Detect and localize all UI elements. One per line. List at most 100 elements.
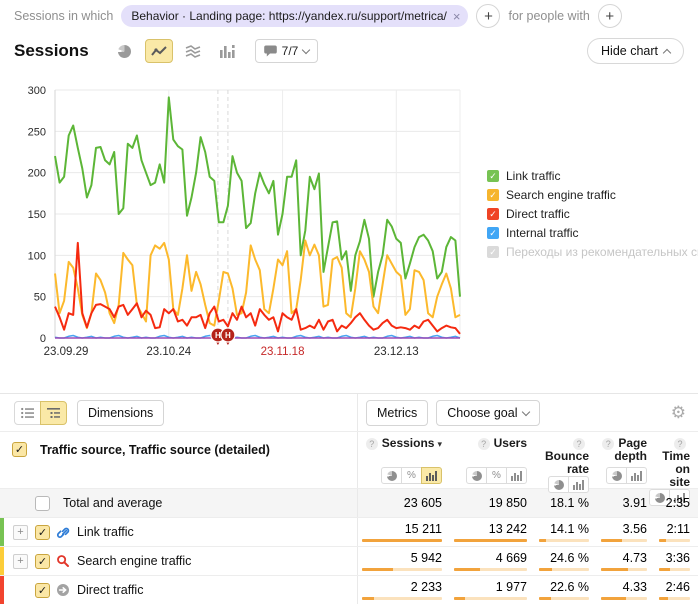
- help-icon[interactable]: ?: [602, 438, 614, 450]
- chart-type-pie-button[interactable]: [111, 39, 139, 63]
- help-icon[interactable]: ?: [478, 438, 490, 450]
- chart-type-columns-button[interactable]: [213, 39, 241, 63]
- chart-type-stacked-button[interactable]: [179, 39, 207, 63]
- row-values: 5 942 4 669 24.6 % 4.73 3:36: [358, 547, 698, 575]
- row-checkbox[interactable]: ✓: [35, 525, 50, 540]
- bars-icon: [573, 480, 584, 490]
- column-users: ?Users %: [450, 432, 535, 488]
- table-row-search-traffic: + ✓ Search engine traffic 5 942 4 669 24…: [0, 546, 698, 575]
- legend-item-recommendation-systems[interactable]: ✓ Переходы из рекомендательных систем: [487, 242, 698, 261]
- row-checkbox[interactable]: ✓: [35, 583, 50, 598]
- search-engine-icon: [56, 554, 70, 568]
- column-header-bounce-rate[interactable]: ?Bounce rate: [535, 437, 589, 476]
- column-chart-icon: [219, 44, 235, 58]
- expand-button[interactable]: +: [13, 554, 28, 569]
- dimensions-button[interactable]: Dimensions: [77, 400, 164, 426]
- checkbox-icon: ✓: [487, 208, 499, 220]
- pie-icon: [387, 471, 397, 481]
- metrics-button[interactable]: Metrics: [366, 400, 428, 426]
- row-checkbox[interactable]: ✓: [35, 554, 50, 569]
- depth-bars-toggle[interactable]: [626, 467, 647, 484]
- column-header-sessions[interactable]: ?Sessions▾: [366, 437, 442, 451]
- add-people-filter-button[interactable]: +: [598, 4, 622, 28]
- plus-icon: +: [484, 8, 493, 25]
- users-pie-toggle[interactable]: [466, 467, 487, 484]
- svg-text:250: 250: [28, 126, 46, 138]
- row-label-cell: ✓ Direct traffic: [0, 576, 358, 604]
- help-icon[interactable]: ?: [366, 438, 378, 450]
- depth-value: 3.91: [623, 496, 647, 510]
- row-values: 2 233 1 977 22.6 % 4.33 2:46: [358, 576, 698, 604]
- segment-filter-bar: Sessions in which Behavior · Landing pag…: [0, 0, 698, 32]
- link-traffic-icon: [56, 525, 70, 539]
- segment-chip[interactable]: Behavior · Landing page: https://yandex.…: [121, 5, 468, 27]
- legend-label: Internal traffic: [506, 226, 578, 240]
- metric-bar: [659, 568, 690, 571]
- row-label-cell: + ✓ Link traffic: [0, 518, 358, 546]
- legend-item-internal-traffic[interactable]: ✓ Internal traffic: [487, 223, 698, 242]
- choose-goal-dropdown[interactable]: Choose goal: [436, 400, 540, 426]
- legend-item-direct-traffic[interactable]: ✓ Direct traffic: [487, 204, 698, 223]
- sessions-display-toggles: %: [381, 467, 442, 484]
- segment-chip-label: Behavior · Landing page: https://yandex.…: [131, 9, 447, 23]
- legend-label: Переходы из рекомендательных систем: [506, 245, 698, 259]
- annotations-dropdown[interactable]: 7/7: [255, 39, 319, 63]
- metric-bar: [539, 597, 589, 600]
- row-color-strip: [0, 576, 4, 604]
- depth-pie-toggle[interactable]: [606, 467, 627, 484]
- users-percent-toggle[interactable]: %: [486, 467, 507, 484]
- row-color-strip: [0, 518, 4, 546]
- metric-bar: [454, 539, 527, 542]
- svg-text:300: 300: [28, 85, 46, 97]
- svg-text:200: 200: [28, 168, 46, 180]
- table-toolbar-left: Dimensions: [0, 394, 358, 431]
- select-all-checkbox[interactable]: ✓: [12, 442, 27, 457]
- flat-list-view-button[interactable]: [14, 401, 41, 425]
- tree-view-icon: [46, 406, 61, 420]
- hide-chart-button[interactable]: Hide chart: [587, 38, 684, 64]
- traffic-table: Dimensions Metrics Choose goal ⚙ ✓ Traff…: [0, 393, 698, 604]
- svg-text:23.11.18: 23.11.18: [261, 346, 305, 358]
- table-toolbar: Dimensions Metrics Choose goal ⚙: [0, 394, 698, 431]
- users-bars-toggle[interactable]: [506, 467, 527, 484]
- metric-bar: [539, 568, 589, 571]
- add-segment-button[interactable]: +: [476, 4, 500, 28]
- metric-bar: [539, 539, 589, 542]
- column-header-users[interactable]: ?Users: [478, 437, 527, 450]
- sessions-percent-toggle[interactable]: %: [401, 467, 422, 484]
- page-title: Sessions: [14, 41, 89, 61]
- column-header-page-depth[interactable]: ?Page depth: [597, 437, 647, 463]
- svg-text:H: H: [215, 331, 221, 340]
- checkbox-icon: ✓: [487, 170, 499, 182]
- svg-text:150: 150: [28, 209, 46, 221]
- bounce-value: 22.6 %: [550, 580, 589, 594]
- gear-icon[interactable]: ⚙: [671, 404, 686, 421]
- row-label[interactable]: Direct traffic: [77, 583, 143, 597]
- pie-chart-icon: [118, 45, 131, 58]
- sessions-bars-toggle[interactable]: [421, 467, 442, 484]
- table-row-direct-traffic: ✓ Direct traffic 2 233 1 977 22.6 % 4.33…: [0, 575, 698, 604]
- row-label[interactable]: Link traffic: [77, 525, 134, 539]
- chevron-down-icon: [522, 407, 530, 415]
- legend-item-search-traffic[interactable]: ✓ Search engine traffic: [487, 185, 698, 204]
- sessions-line-chart: 05010015020025030023.09.2923.10.2423.11.…: [10, 78, 480, 368]
- expand-button[interactable]: +: [13, 525, 28, 540]
- column-header-time-on-site[interactable]: ?Time on site: [655, 437, 690, 489]
- row-checkbox[interactable]: [35, 496, 50, 511]
- chart-type-line-button[interactable]: [145, 39, 173, 63]
- metric-bar: [362, 568, 442, 571]
- view-mode-toggle: [14, 401, 67, 425]
- legend-item-link-traffic[interactable]: ✓ Link traffic: [487, 166, 698, 185]
- metric-bar: [601, 597, 647, 600]
- tree-view-button[interactable]: [40, 401, 67, 425]
- row-label[interactable]: Search engine traffic: [77, 554, 191, 568]
- bars-icon: [631, 471, 642, 481]
- metrics-label: Metrics: [377, 406, 417, 420]
- dimensions-label: Dimensions: [88, 406, 153, 420]
- comment-icon: [264, 45, 277, 57]
- sessions-pie-toggle[interactable]: [381, 467, 402, 484]
- bounce-value: 18.1 %: [550, 496, 589, 510]
- checkbox-icon: ✓: [487, 246, 499, 258]
- direct-traffic-icon: [56, 583, 70, 597]
- close-icon[interactable]: ×: [453, 9, 461, 24]
